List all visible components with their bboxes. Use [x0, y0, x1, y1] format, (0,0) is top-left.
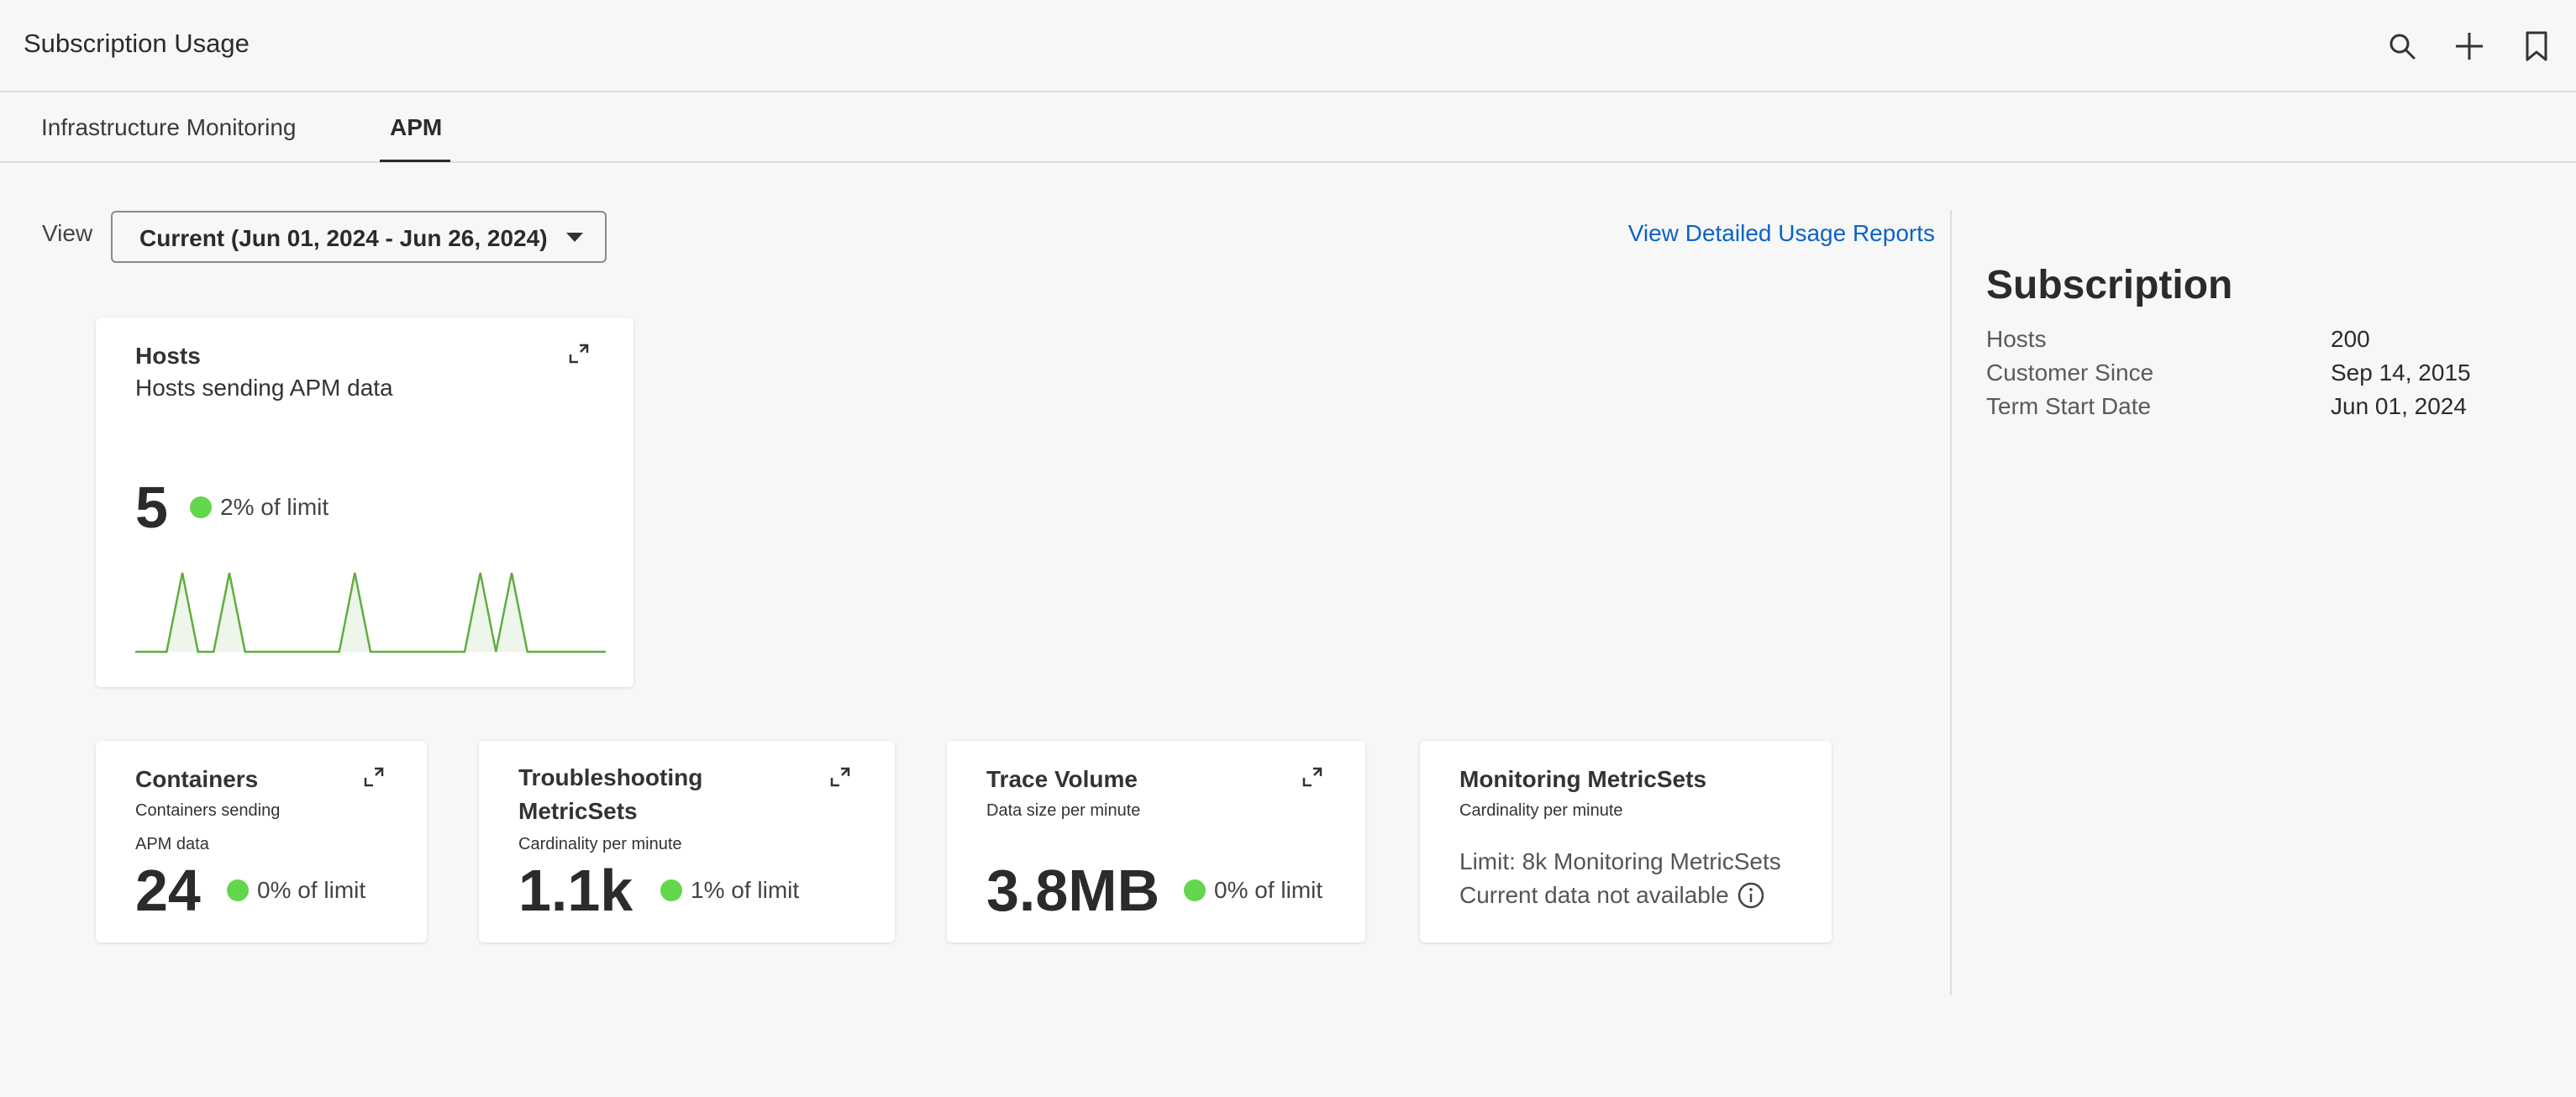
trace-volume-card-title: Trace Volume: [986, 766, 1138, 792]
containers-card: Containers Containers sending APM data 2…: [96, 741, 427, 942]
troubleshooting-card-title-line1: Troubleshooting: [518, 764, 703, 790]
hosts-value: 5: [135, 475, 168, 540]
hosts-status: 2% of limit: [190, 494, 329, 521]
expand-icon[interactable]: [363, 766, 385, 788]
containers-status: 0% of limit: [227, 877, 365, 904]
containers-value: 24: [135, 858, 201, 923]
status-ok-dot: [660, 879, 682, 901]
troubleshooting-status-text: 1% of limit: [691, 877, 800, 903]
expand-icon[interactable]: [829, 766, 851, 788]
hosts-sparkline: [135, 572, 606, 653]
subscription-row-value: 200: [2331, 326, 2370, 352]
caret-down-icon: [566, 233, 583, 242]
view-detailed-usage-reports-link[interactable]: View Detailed Usage Reports: [1628, 220, 1935, 247]
subscription-title: Subscription: [1986, 263, 2233, 307]
troubleshooting-card-title-line2: MetricSets: [518, 798, 638, 824]
trace-volume-status-text: 0% of limit: [1214, 877, 1323, 903]
status-ok-dot: [190, 496, 212, 518]
hosts-status-text: 2% of limit: [220, 494, 329, 520]
hosts-card: Hosts Hosts sending APM data 5 2% of lim…: [96, 318, 633, 687]
tab-apm[interactable]: APM: [390, 114, 442, 141]
monitoring-card-subtitle: Cardinality per minute: [1459, 801, 1623, 820]
trace-volume-value: 3.8MB: [986, 858, 1160, 923]
subscription-row-label: Term Start Date: [1986, 393, 2152, 419]
sparkline-line: [135, 572, 606, 653]
containers-card-subtitle-line2: APM data: [135, 835, 209, 853]
status-ok-dot: [227, 879, 249, 901]
sparkline-area: [135, 573, 606, 652]
top-bar: Subscription Usage: [0, 0, 2576, 92]
trace-volume-status: 0% of limit: [1184, 877, 1322, 904]
hosts-card-subtitle: Hosts sending APM data: [135, 375, 393, 401]
containers-status-text: 0% of limit: [257, 877, 366, 903]
monitoring-card-title: Monitoring MetricSets: [1459, 766, 1707, 792]
subscription-row-value: Sep 14, 2015: [2331, 360, 2471, 386]
tab-infrastructure-monitoring[interactable]: Infrastructure Monitoring: [41, 114, 296, 141]
monitoring-unavailable-text: Current data not available: [1459, 882, 1729, 908]
view-period-select[interactable]: Current (Jun 01, 2024 - Jun 26, 2024): [111, 211, 607, 263]
subscription-row-value: Jun 01, 2024: [2331, 393, 2467, 419]
panel-divider: [1950, 210, 1952, 995]
monitoring-metricsets-card: Monitoring MetricSets Cardinality per mi…: [1420, 741, 1832, 942]
trace-volume-card: Trace Volume Data size per minute 3.8MB …: [947, 741, 1365, 942]
troubleshooting-status: 1% of limit: [660, 877, 799, 904]
troubleshooting-value: 1.1k: [518, 858, 633, 923]
bookmark-icon[interactable]: [2516, 25, 2558, 67]
subscription-row-label: Hosts: [1986, 326, 2047, 352]
plus-icon[interactable]: [2448, 25, 2490, 67]
troubleshooting-metricsets-card: Troubleshooting MetricSets Cardinality p…: [479, 741, 895, 942]
view-period-value: Current (Jun 01, 2024 - Jun 26, 2024): [139, 225, 548, 251]
status-ok-dot: [1184, 879, 1206, 901]
active-tab-indicator: [380, 160, 450, 162]
tab-bar: Infrastructure Monitoring APM: [0, 92, 2576, 163]
page-title: Subscription Usage: [24, 29, 250, 58]
troubleshooting-card-subtitle: Cardinality per minute: [518, 835, 682, 853]
info-icon[interactable]: [1737, 882, 1764, 909]
subscription-row-label: Customer Since: [1986, 360, 2154, 386]
monitoring-limit-text: Limit: 8k Monitoring MetricSets: [1459, 848, 1781, 874]
expand-icon[interactable]: [1301, 766, 1323, 788]
hosts-card-title: Hosts: [135, 343, 201, 369]
monitoring-unavailable: Current data not available: [1459, 882, 1764, 909]
trace-volume-card-subtitle: Data size per minute: [986, 801, 1141, 820]
search-icon[interactable]: [2381, 25, 2423, 67]
containers-card-title: Containers: [135, 766, 259, 792]
containers-card-subtitle-line1: Containers sending: [135, 801, 281, 820]
view-label: View: [42, 220, 93, 246]
expand-icon[interactable]: [568, 343, 590, 365]
